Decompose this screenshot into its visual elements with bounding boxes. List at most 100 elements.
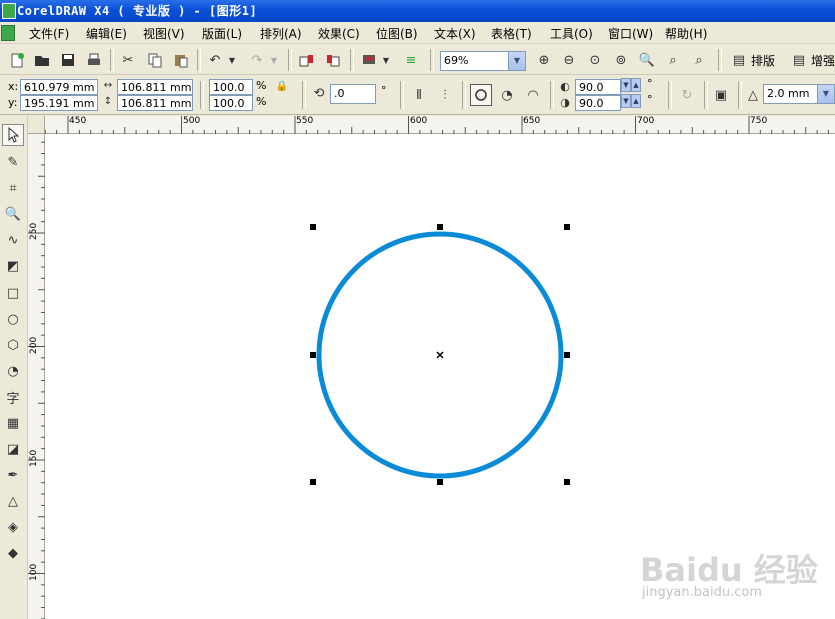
handle-bottom-right[interactable]	[564, 479, 570, 485]
start-angle-down-icon[interactable]: ▼	[621, 78, 631, 92]
enhance-label[interactable]: 增强	[811, 52, 835, 69]
pie-mode-icon[interactable]: ◔	[496, 84, 518, 106]
zoom-level-select[interactable]: 69% ▼	[440, 51, 526, 71]
standard-toolbar: ✂ ↶ ▼ ↷ ▼ ▼ ≡ 69% ▼ ⊕ ⊖ ⊙ ⊚ 🔍 ⌕ ⌕ ▤ 排版 ▤…	[0, 45, 835, 75]
y-position-field[interactable]: 195.191 mm	[20, 95, 98, 111]
ruler-v-label: 200	[29, 336, 39, 354]
center-marker-icon[interactable]	[436, 351, 444, 359]
menu-window[interactable]: 窗口(W)	[606, 25, 655, 42]
import-icon[interactable]	[296, 49, 318, 71]
save-icon[interactable]	[57, 49, 79, 71]
zoom-selected-icon[interactable]: ⊙	[584, 49, 606, 71]
end-angle-up-icon[interactable]: ▲	[631, 94, 641, 108]
rectangle-tool-icon[interactable]: □	[2, 282, 24, 304]
welcome-screen-icon[interactable]: ≡	[400, 49, 422, 71]
cut-icon[interactable]: ✂	[117, 49, 139, 71]
lock-ratio-icon[interactable]: 🔒	[274, 78, 290, 94]
polygon-tool-icon[interactable]: ⬡	[2, 334, 24, 356]
basic-shapes-tool-icon[interactable]: ◔	[2, 360, 24, 382]
shape-tool-icon[interactable]: ✎	[2, 151, 24, 173]
outline-tool-icon[interactable]: △	[2, 490, 24, 512]
start-angle-up-icon[interactable]: ▲	[631, 78, 641, 92]
end-angle-icon: ◑	[560, 95, 570, 109]
coreldraw-app-icon[interactable]	[2, 3, 16, 19]
document-icon[interactable]	[1, 25, 15, 41]
redo-icon[interactable]: ↷	[246, 49, 268, 71]
text-tool-icon[interactable]: 字	[2, 386, 24, 408]
zoom-in-icon[interactable]: ⊕	[533, 49, 555, 71]
arrange-label[interactable]: 排版	[751, 52, 775, 69]
open-folder-icon[interactable]	[31, 49, 53, 71]
new-document-icon[interactable]	[6, 49, 28, 71]
rotation-angle-field[interactable]: .0	[330, 84, 376, 104]
handle-middle-right[interactable]	[564, 352, 570, 358]
arrange-panel-icon[interactable]: ▤	[728, 49, 750, 71]
menu-table[interactable]: 表格(T)	[489, 25, 534, 42]
mirror-horizontal-icon[interactable]: ⫴	[408, 84, 430, 106]
table-tool-icon[interactable]: ▦	[2, 412, 24, 434]
handle-bottom-left[interactable]	[310, 479, 316, 485]
paste-icon[interactable]	[170, 49, 192, 71]
handle-middle-left[interactable]	[310, 352, 316, 358]
interactive-blend-tool-icon[interactable]: ◪	[2, 438, 24, 460]
start-angle-field[interactable]: 90.0	[575, 79, 621, 95]
outline-width-dropdown-icon[interactable]: ▼	[817, 85, 834, 103]
undo-dropdown-icon[interactable]: ▼	[226, 49, 238, 71]
zoom-tool-icon[interactable]: 🔍	[2, 203, 24, 225]
fill-tool-icon[interactable]: ◈	[2, 516, 24, 538]
mirror-vertical-icon[interactable]: ⫶	[434, 84, 456, 106]
eyedropper-tool-icon[interactable]: ✒	[2, 464, 24, 486]
zoom-page-width-icon[interactable]: ⌕	[662, 49, 684, 71]
handle-bottom-center[interactable]	[437, 479, 443, 485]
ruler-origin[interactable]	[28, 116, 45, 134]
crop-tool-icon[interactable]: ⌗	[2, 177, 24, 199]
handle-top-right[interactable]	[564, 224, 570, 230]
enhance-panel-icon[interactable]: ▤	[788, 49, 810, 71]
zoom-page-icon[interactable]: 🔍	[636, 49, 658, 71]
print-icon[interactable]	[83, 49, 105, 71]
zoom-all-objects-icon[interactable]: ⊚	[610, 49, 632, 71]
zoom-dropdown-icon[interactable]: ▼	[508, 52, 525, 70]
copy-icon[interactable]	[144, 49, 166, 71]
zoom-page-height-icon[interactable]: ⌕	[688, 49, 710, 71]
menu-tools[interactable]: 工具(O)	[548, 25, 595, 42]
menu-text[interactable]: 文本(X)	[432, 25, 478, 42]
zoom-out-icon[interactable]: ⊖	[558, 49, 580, 71]
end-angle-field[interactable]: 90.0	[575, 95, 621, 111]
wrap-text-icon[interactable]: ▣	[710, 84, 732, 106]
undo-icon[interactable]: ↶	[204, 49, 226, 71]
width-field[interactable]: 106.811 mm	[117, 79, 193, 95]
property-bar: x: 610.979 mm y: 195.191 mm ↔ 106.811 mm…	[0, 75, 835, 115]
menu-edit[interactable]: 编辑(E)	[84, 25, 129, 42]
start-angle-icon: ◐	[560, 79, 570, 93]
menu-bitmaps[interactable]: 位图(B)	[374, 25, 420, 42]
smart-fill-tool-icon[interactable]: ◩	[2, 255, 24, 277]
menu-arrange[interactable]: 排列(A)	[258, 25, 304, 42]
height-field[interactable]: 106.811 mm	[117, 95, 193, 111]
interactive-fill-tool-icon[interactable]: ◆	[2, 542, 24, 564]
outline-width-select[interactable]: 2.0 mm ▼	[763, 84, 835, 104]
handle-top-center[interactable]	[437, 224, 443, 230]
ellipse-tool-icon[interactable]: ○	[2, 308, 24, 330]
menu-layout[interactable]: 版面(L)	[200, 25, 244, 42]
x-position-field[interactable]: 610.979 mm	[20, 79, 98, 95]
menu-file[interactable]: 文件(F)	[27, 25, 71, 42]
launcher-dropdown-icon[interactable]: ▼	[380, 49, 392, 71]
arc-mode-icon[interactable]: ◠	[522, 84, 544, 106]
redo-dropdown-icon[interactable]: ▼	[268, 49, 280, 71]
ellipse-mode-icon[interactable]	[470, 84, 492, 106]
horizontal-ruler[interactable]: 450 500 550 600 650 700 750	[45, 116, 835, 134]
menu-effects[interactable]: 效果(C)	[316, 25, 362, 42]
pick-tool-icon[interactable]	[2, 124, 24, 146]
handle-top-left[interactable]	[310, 224, 316, 230]
end-angle-down-icon[interactable]: ▼	[621, 94, 631, 108]
menu-help[interactable]: 帮助(H)	[663, 25, 709, 42]
scale-y-field[interactable]: 100.0	[209, 95, 253, 111]
vertical-ruler[interactable]: 250 200 150 100	[28, 134, 45, 619]
application-launcher-icon[interactable]	[358, 49, 380, 71]
menu-view[interactable]: 视图(V)	[141, 25, 187, 42]
export-icon[interactable]	[322, 49, 344, 71]
freehand-tool-icon[interactable]: ∿	[2, 229, 24, 251]
scale-x-field[interactable]: 100.0	[209, 79, 253, 95]
change-direction-icon[interactable]: ↻	[676, 84, 698, 106]
